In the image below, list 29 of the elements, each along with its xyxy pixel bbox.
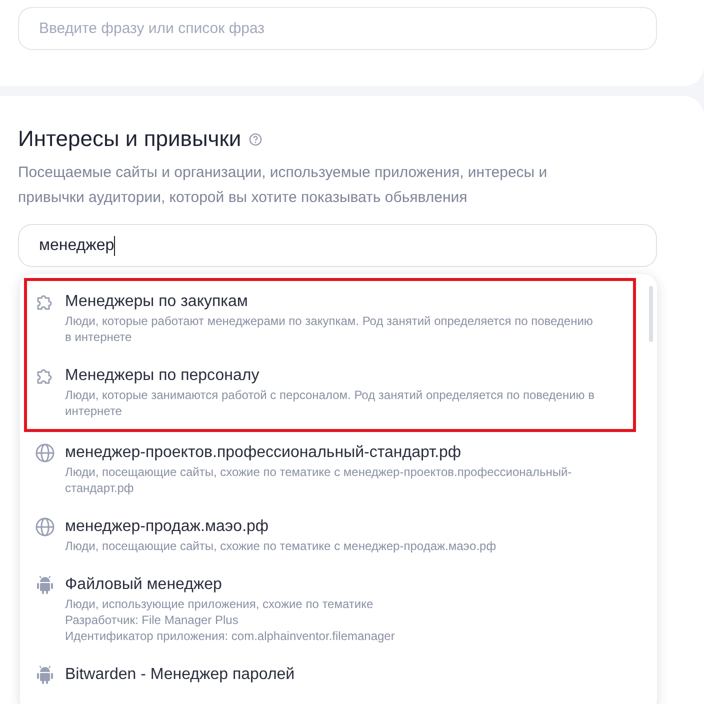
suggestion-item[interactable]: менеджер-проектов.профессиональный-стандарт.рф Люди, посещающие сайты, схожие по тематике с менеджер-проектов.профессиональный-стандарт.рф [27,432,653,506]
section-title: Интересы и привычки [18,125,242,153]
suggestion-description: Люди, посещающие сайты, схожие по тематике с менеджер-продаж.маэо.рф [65,538,498,554]
section-description: Посещаемые сайты и организации, используемые приложения, интересы и привычки аудитории, которой вы хотите показывать обьявления [18,163,548,208]
suggestion-title: Менеджеры по закупкам [65,292,249,312]
android-icon [36,665,54,685]
suggestion-item[interactable]: менеджер-продаж.маэо.рф Люди, посещающие сайты, схожие по тематике с менеджер-продаж.маэо.рф [27,506,653,564]
suggestion-description: Идентификатор приложения: com.alphainventor.filemanager [65,628,396,644]
suggestion-description: Люди, использующие приложения, схожие по тематике [65,596,374,612]
suggestion-item[interactable]: Менеджеры по закупкам Люди, которые работают менеджерами по закупкам. Род занятий определяется по поведению в интернете [27,281,633,355]
scrollbar[interactable] [649,286,653,342]
suggestion-item[interactable]: Файловый менеджер Люди, использующие приложения, схожие по тематике Разработчик: File Manager Plus Идентификатор приложения: com.alphainventor.filemanager [27,564,653,654]
suggestion-title: менеджер-продаж.маэо.рф [65,517,270,537]
suggestion-title: Bitwarden - Менеджер паролей [65,665,295,685]
suggestion-item[interactable]: Bitwarden - Менеджер паролей [27,654,653,696]
suggestion-item[interactable]: Менеджеры по персоналу Люди, которые занимаются работой с персоналом. Род занятий определяется по поведению в интернете [27,355,633,429]
android-icon [36,575,54,595]
suggestion-description: Люди, посещающие сайты, схожие по тематике с менеджер-проектов.профессиональный-стандарт.рф [65,464,573,496]
suggestion-description: Люди, которые работают менеджерами по закупкам. Род занятий определяется по поведению в интернете [65,313,594,345]
globe-icon [35,517,55,537]
globe-icon [35,443,55,463]
phrase-field[interactable]: Введите фразу или список фраз [18,7,657,50]
search-field[interactable]: менеджер [18,224,657,267]
suggestion-title: менеджер-проектов.профессиональный-стандарт.рф [65,443,462,463]
suggestion-title: Менеджеры по персоналу [65,366,260,386]
help-icon[interactable] [249,132,262,146]
suggestion-description: Люди, которые занимаются работой с персоналом. Род занятий определяется по поведению в интернете [65,387,596,419]
suggestion-title: Файловый менеджер [65,575,223,595]
suggestion-description: Разработчик: File Manager Plus [65,612,240,628]
